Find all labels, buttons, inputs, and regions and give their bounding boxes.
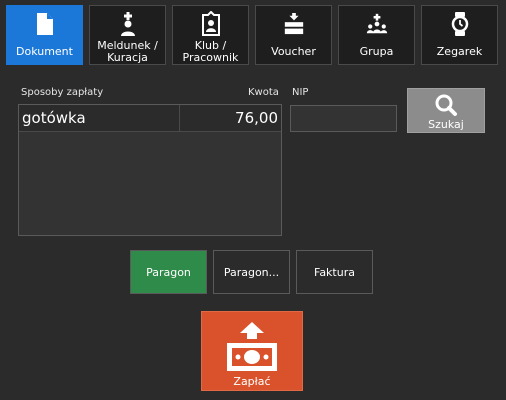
payment-methods-header: Sposoby zapłaty [21, 87, 104, 98]
document-icon [34, 11, 56, 37]
tab-label: Klub / Pracownik [182, 39, 239, 64]
tab-label: Grupa [359, 45, 394, 58]
doc-type-paragon-more[interactable]: Paragon... [213, 250, 290, 294]
tab-meldunek-kuracja[interactable]: Meldunek / Kuracja [89, 5, 166, 65]
tab-grupa[interactable]: Grupa [338, 5, 415, 65]
tab-label: Meldunek / Kuracja [97, 39, 158, 64]
group-icon [366, 11, 388, 37]
doc-type-paragon[interactable]: Paragon [130, 250, 207, 294]
column-divider [179, 105, 180, 131]
tab-label: Voucher [271, 45, 316, 58]
search-label: Szukaj [428, 118, 464, 131]
tab-label: Dokument [16, 45, 73, 58]
tab-dokument[interactable]: Dokument [6, 5, 83, 65]
search-icon [433, 93, 459, 117]
tab-klub-pracownik[interactable]: Klub / Pracownik [172, 5, 249, 65]
amount-header: Kwota [248, 87, 279, 98]
nip-label: NIP [292, 87, 309, 98]
tab-label: Zegarek [436, 45, 483, 58]
pay-label: Zapłać [233, 375, 271, 388]
payment-method-name: gotówka [22, 109, 86, 127]
payment-amount[interactable]: 76,00 [235, 109, 278, 127]
doc-type-label: Faktura [314, 265, 355, 279]
pay-button[interactable]: Zapłać [201, 311, 303, 391]
id-badge-icon [200, 11, 222, 37]
tab-voucher[interactable]: Voucher [255, 5, 332, 65]
watch-icon [449, 11, 471, 37]
payment-methods-list: gotówka 76,00 [18, 104, 282, 236]
search-button[interactable]: Szukaj [407, 88, 485, 133]
person-plus-icon [117, 11, 139, 37]
doc-type-faktura[interactable]: Faktura [296, 250, 373, 294]
voucher-icon [283, 11, 305, 37]
nip-input[interactable] [290, 105, 397, 132]
cash-payment-icon [222, 321, 282, 373]
tab-zegarek[interactable]: Zegarek [421, 5, 498, 65]
doc-type-label: Paragon... [223, 265, 280, 279]
payment-row[interactable]: gotówka 76,00 [19, 105, 281, 132]
doc-type-label: Paragon [146, 265, 191, 279]
